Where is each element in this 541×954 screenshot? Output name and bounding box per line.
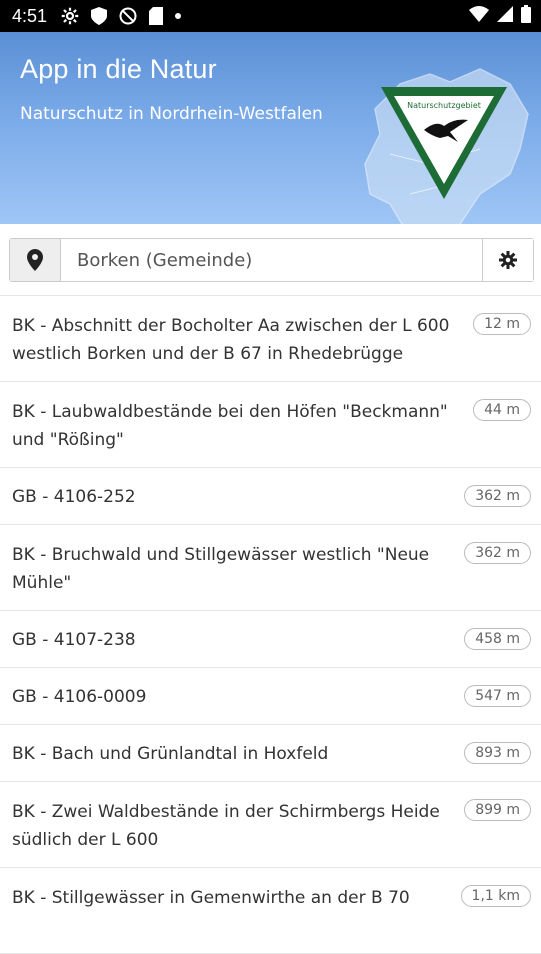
distance-badge: 458 m [464, 628, 531, 650]
list-item[interactable]: BK - Laubwaldbestände bei den Höfen "Bec… [0, 382, 541, 468]
distance-badge: 362 m [464, 485, 531, 507]
list-item[interactable]: BK - Bruchwald und Stillgewässer westlic… [0, 525, 541, 611]
list-item[interactable]: GB - 4106-252 362 m [0, 468, 541, 525]
signal-icon [497, 5, 513, 27]
app-header: App in die Natur Naturschutz in Nordrhei… [0, 32, 541, 224]
battery-icon [521, 4, 531, 28]
location-button[interactable] [10, 239, 61, 281]
search-input[interactable] [61, 239, 482, 281]
list-item-title: BK - Stillgewässer in Gemenwirthe an der… [12, 888, 410, 908]
nature-reserve-sign-icon: Naturschutzgebiet [381, 87, 507, 199]
list-item-title: GB - 4107-238 [12, 630, 136, 650]
distance-badge: 893 m [464, 742, 531, 764]
list-item-title: BK - Laubwaldbestände bei den Höfen "Bec… [12, 402, 448, 450]
data-saver-icon [119, 7, 137, 25]
distance-badge: 362 m [464, 542, 531, 564]
list-item[interactable]: BK - Abschnitt der Bocholter Aa zwischen… [0, 296, 541, 382]
distance-badge: 899 m [464, 799, 531, 821]
settings-status-icon [61, 7, 79, 25]
distance-badge: 1,1 km [460, 885, 531, 907]
search-bar [9, 238, 534, 282]
status-time: 4:51 [12, 5, 48, 26]
list-item-title: BK - Abschnitt der Bocholter Aa zwischen… [12, 316, 450, 364]
notification-dot-icon [175, 13, 182, 19]
results-list: BK - Abschnitt der Bocholter Aa zwischen… [0, 295, 541, 954]
settings-button[interactable] [482, 239, 533, 281]
list-item[interactable]: GB - 4107-238 458 m [0, 611, 541, 668]
app-subtitle: Naturschutz in Nordrhein-Westfalen [20, 104, 323, 124]
location-pin-icon [27, 249, 43, 271]
status-bar: 4:51 [0, 0, 541, 32]
shield-status-icon [91, 7, 108, 25]
list-item-title: BK - Bach und Grünlandtal in Hoxfeld [12, 744, 329, 764]
sd-card-icon [149, 7, 164, 25]
distance-badge: 12 m [473, 313, 531, 335]
list-item-title: BK - Zwei Waldbestände in der Schirmberg… [12, 802, 440, 850]
gear-icon [499, 251, 517, 269]
distance-badge: 44 m [473, 399, 531, 421]
app-title: App in die Natur [20, 54, 217, 84]
list-item-title: BK - Bruchwald und Stillgewässer westlic… [12, 545, 430, 593]
list-item[interactable]: BK - Zwei Waldbestände in der Schirmberg… [0, 782, 541, 868]
list-item[interactable]: BK - Bach und Grünlandtal in Hoxfeld 893… [0, 725, 541, 782]
distance-badge: 547 m [464, 685, 531, 707]
list-item-title: GB - 4106-252 [12, 487, 136, 507]
sign-label: Naturschutzgebiet [407, 101, 481, 110]
list-item[interactable]: GB - 4106-0009 547 m [0, 668, 541, 725]
list-item-title: GB - 4106-0009 [12, 687, 147, 707]
list-item[interactable]: BK - Stillgewässer in Gemenwirthe an der… [0, 868, 541, 954]
wifi-icon [469, 5, 489, 27]
